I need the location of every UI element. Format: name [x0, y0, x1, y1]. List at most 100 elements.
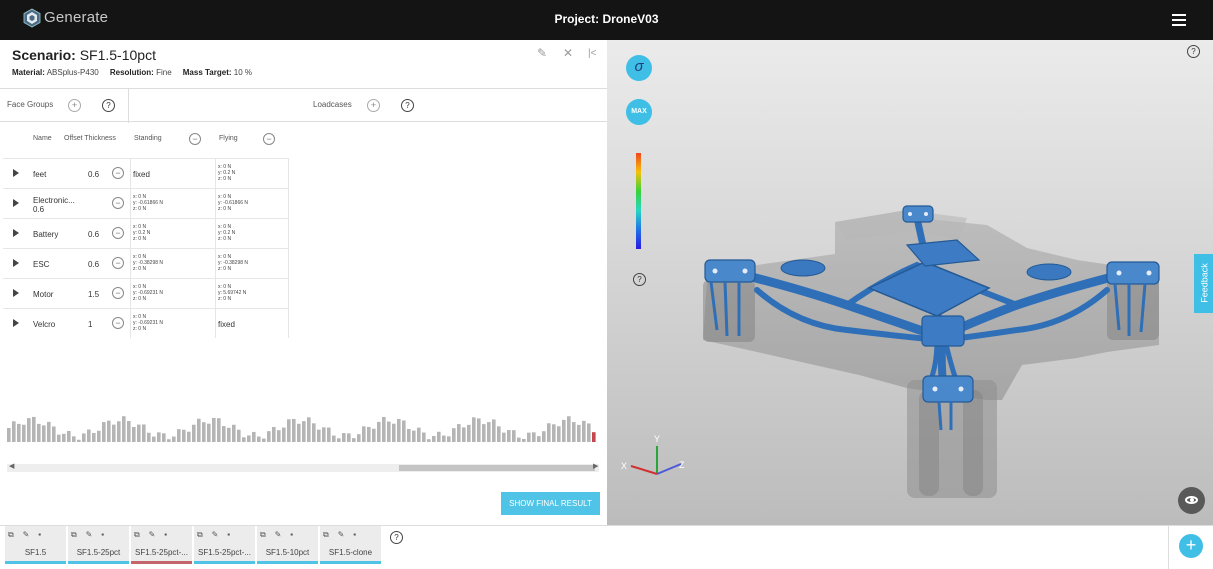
- history-bar[interactable]: [67, 430, 71, 442]
- history-bar[interactable]: [262, 438, 266, 442]
- history-bar[interactable]: [157, 432, 161, 442]
- pencil-icon[interactable]: ✎: [275, 530, 282, 539]
- scrollbar-thumb[interactable]: [399, 465, 595, 471]
- expand-row-icon[interactable]: [13, 229, 19, 237]
- history-bar[interactable]: [282, 427, 286, 442]
- history-bar[interactable]: [132, 426, 136, 442]
- history-bar[interactable]: [52, 426, 56, 442]
- history-bar[interactable]: [22, 424, 26, 442]
- history-bar[interactable]: [97, 430, 101, 442]
- history-bar[interactable]: [502, 432, 506, 442]
- history-bar[interactable]: [337, 438, 341, 442]
- history-bar[interactable]: [232, 424, 236, 442]
- close-icon[interactable]: ✕: [563, 46, 573, 60]
- copy-icon[interactable]: ⧉: [134, 530, 140, 539]
- history-bar[interactable]: [202, 422, 206, 442]
- loadcases-help-icon[interactable]: ?: [401, 99, 414, 112]
- copy-icon[interactable]: ⧉: [323, 530, 329, 539]
- trash-icon[interactable]: ▪: [353, 530, 356, 539]
- history-bar[interactable]: [82, 433, 86, 442]
- table-row[interactable]: Velcro 1− x: 0 Ny: -0.69231 Nz: 0 Nfixed: [3, 308, 288, 338]
- history-bar[interactable]: [107, 420, 111, 442]
- history-bar[interactable]: [357, 434, 361, 442]
- remove-flying-icon[interactable]: −: [263, 133, 275, 145]
- history-bar[interactable]: [347, 433, 351, 442]
- history-bar[interactable]: [37, 423, 41, 442]
- history-bar[interactable]: [507, 430, 511, 442]
- history-bar[interactable]: [222, 426, 226, 442]
- history-bar[interactable]: [427, 439, 431, 442]
- table-row[interactable]: Electronic... 0.6− x: 0 Ny: -0.61866 Nz: 0…: [3, 188, 288, 218]
- history-bar[interactable]: [492, 419, 496, 442]
- history-bar[interactable]: [142, 424, 146, 442]
- scenario-tab[interactable]: ⧉ ✎ ▪ SF1.5-25pct-...: [194, 526, 255, 564]
- remove-face-group-icon[interactable]: −: [112, 317, 124, 329]
- history-bar[interactable]: [32, 416, 36, 442]
- face-groups-help-icon[interactable]: ?: [102, 99, 115, 112]
- history-bar[interactable]: [552, 424, 556, 442]
- history-bar[interactable]: [377, 421, 381, 442]
- history-bar[interactable]: [572, 422, 576, 442]
- history-histogram[interactable]: [7, 415, 597, 442]
- history-bar[interactable]: [482, 424, 486, 442]
- history-bar[interactable]: [252, 431, 256, 442]
- expand-row-icon[interactable]: [13, 169, 19, 177]
- history-bar[interactable]: [392, 423, 396, 442]
- show-final-result-button[interactable]: SHOW FINAL RESULT: [501, 492, 600, 515]
- history-bar[interactable]: [147, 432, 151, 442]
- history-bar[interactable]: [387, 421, 391, 442]
- history-bar[interactable]: [297, 423, 301, 442]
- history-bar[interactable]: [472, 417, 476, 442]
- history-bar[interactable]: [77, 439, 81, 442]
- pencil-icon[interactable]: ✎: [537, 46, 547, 60]
- history-bar[interactable]: [12, 421, 16, 442]
- history-bar[interactable]: [352, 438, 356, 442]
- expand-row-icon[interactable]: [13, 289, 19, 297]
- history-bar[interactable]: [402, 420, 406, 442]
- copy-icon[interactable]: ⧉: [8, 530, 14, 539]
- add-loadcase-icon[interactable]: +: [367, 99, 380, 112]
- drone-frame-model[interactable]: Y X Z: [607, 40, 1213, 525]
- history-bar[interactable]: [27, 418, 31, 442]
- history-bar[interactable]: [152, 436, 156, 442]
- history-bar[interactable]: [167, 439, 171, 442]
- history-bar[interactable]: [137, 424, 141, 442]
- pencil-icon[interactable]: ✎: [23, 530, 30, 539]
- remove-face-group-icon[interactable]: −: [112, 257, 124, 269]
- remove-face-group-icon[interactable]: −: [112, 227, 124, 239]
- horizontal-scrollbar[interactable]: ◀ ▶: [7, 463, 599, 472]
- remove-standing-icon[interactable]: −: [189, 133, 201, 145]
- history-bar[interactable]: [457, 424, 461, 442]
- history-bar[interactable]: [557, 426, 561, 442]
- history-bar[interactable]: [407, 428, 411, 442]
- expand-row-icon[interactable]: [13, 319, 19, 327]
- history-bar[interactable]: [267, 431, 271, 442]
- history-bar[interactable]: [182, 429, 186, 442]
- history-bar[interactable]: [212, 417, 216, 442]
- feedback-tab[interactable]: Feedback: [1194, 254, 1213, 313]
- history-bar[interactable]: [542, 431, 546, 442]
- history-bar[interactable]: [87, 429, 91, 442]
- table-row[interactable]: ESC 0.6− x: 0 Ny: -0.38298 Nz: 0 Nx: 0 Ny:…: [3, 248, 288, 278]
- history-bar[interactable]: [317, 429, 321, 442]
- collapse-icon[interactable]: |<: [588, 48, 596, 59]
- history-bar[interactable]: [527, 432, 531, 442]
- history-bar[interactable]: [112, 424, 116, 442]
- scenario-tab[interactable]: ⧉ ✎ ▪ SF1.5-25pct: [68, 526, 129, 564]
- history-bar[interactable]: [467, 424, 471, 442]
- history-bar[interactable]: [257, 436, 261, 442]
- history-bar[interactable]: [72, 436, 76, 442]
- history-bar[interactable]: [47, 421, 51, 442]
- history-bar[interactable]: [272, 426, 276, 442]
- history-bar[interactable]: [537, 436, 541, 442]
- model-viewport[interactable]: ? σ MAX ? Y X Z Feedback: [607, 40, 1213, 525]
- history-bar[interactable]: [172, 436, 176, 442]
- history-bar[interactable]: [292, 418, 296, 442]
- expand-row-icon[interactable]: [13, 199, 19, 207]
- history-bar[interactable]: [127, 421, 131, 442]
- scenario-tab[interactable]: ⧉ ✎ ▪ SF1.5: [5, 526, 66, 564]
- history-bar[interactable]: [312, 423, 316, 442]
- history-bar[interactable]: [57, 434, 61, 442]
- table-row[interactable]: Motor 1.5− x: 0 Ny: -0.69231 Nz: 0 Nx: 0 N…: [3, 278, 288, 308]
- history-bar[interactable]: [237, 429, 241, 442]
